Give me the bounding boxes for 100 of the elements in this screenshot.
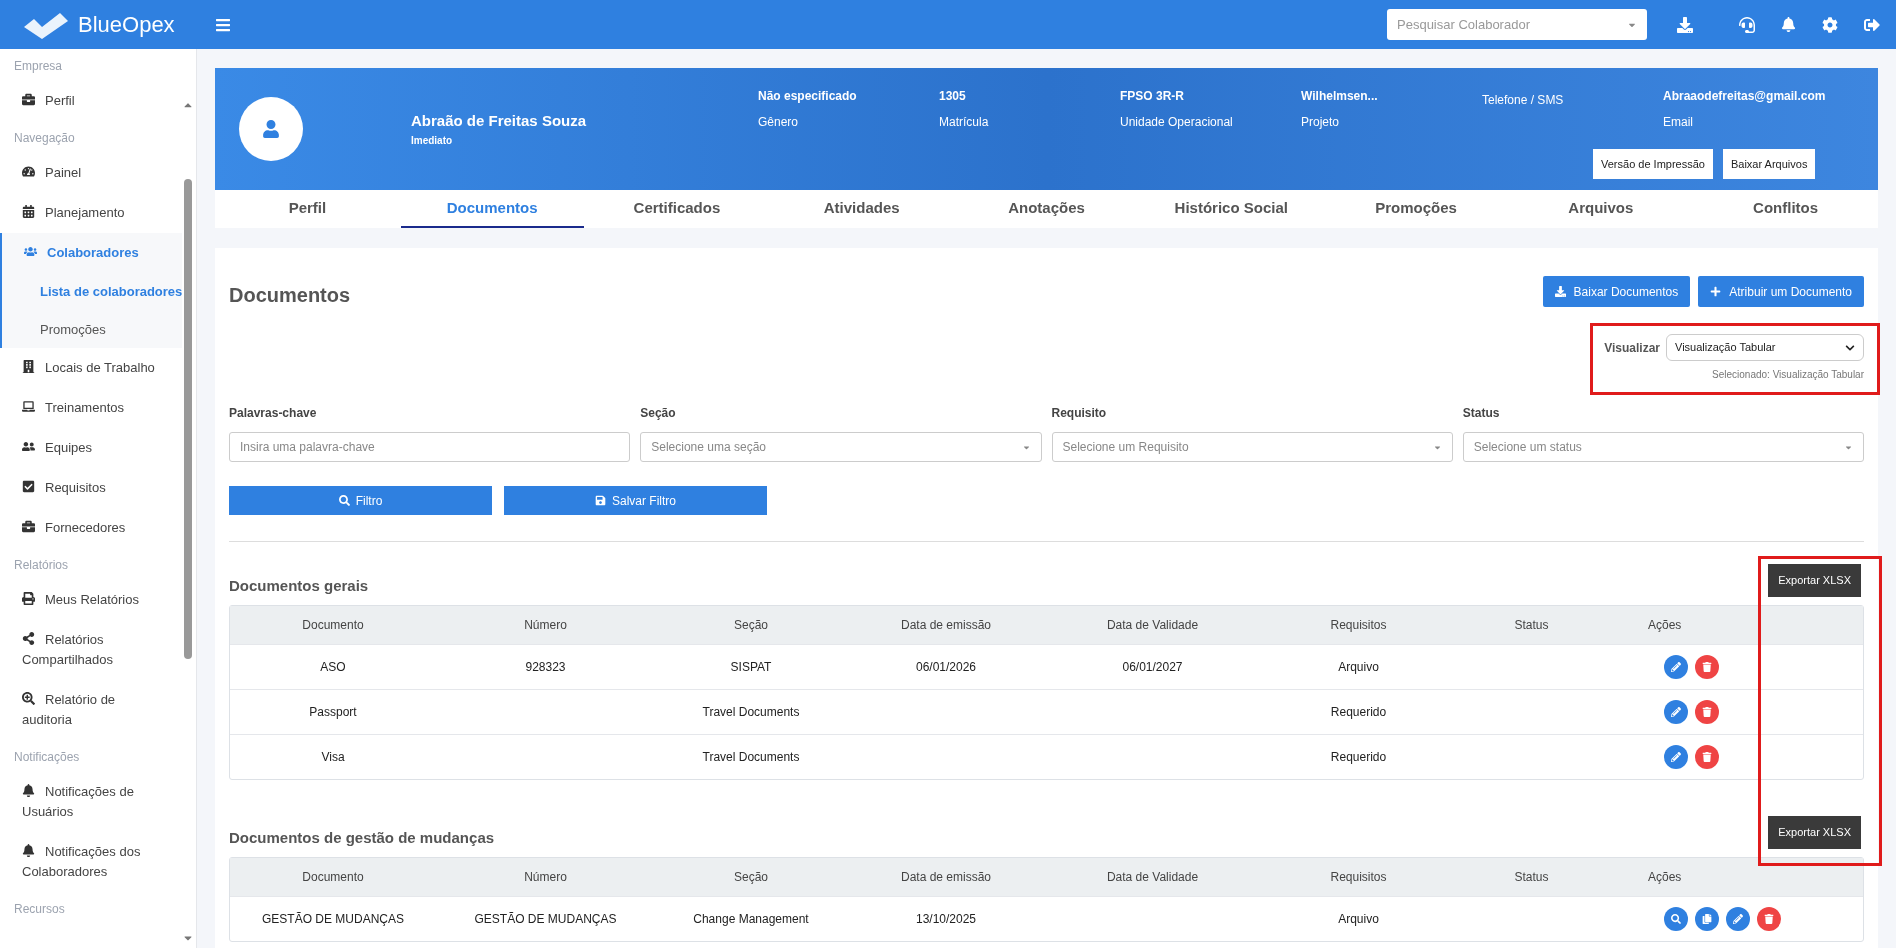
profile-label: Unidade Operacional	[1120, 114, 1234, 131]
column-header: Número	[524, 870, 567, 884]
checkbox-icon	[22, 480, 35, 493]
column-header: Ações	[1648, 870, 1682, 884]
profile-value: Abraaodefreitas@gmail.com	[1663, 88, 1827, 105]
sidebar-item[interactable]: Notificações dos Colaboradores	[0, 832, 182, 892]
tab[interactable]: Documentos	[400, 190, 584, 228]
column-header: Seção	[734, 618, 768, 632]
view-note: Selecionado: Visualização Tabular	[1712, 368, 1864, 382]
table-cell: 06/01/2027	[1122, 660, 1183, 674]
action-button[interactable]: Baixar Documentos	[1542, 276, 1691, 307]
trash-icon	[1702, 662, 1712, 672]
copy-button[interactable]	[1695, 907, 1719, 931]
table-cell: Visa	[321, 750, 345, 764]
page-title: Documentos	[229, 283, 352, 308]
select-field[interactable]: Selecione uma seção	[640, 432, 1042, 462]
sidebar-item[interactable]: Colaboradores	[0, 233, 182, 273]
export-button[interactable]: Exportar XLSX	[1768, 816, 1861, 849]
brand-name: BlueOpex	[78, 11, 175, 39]
delete-button[interactable]	[1695, 700, 1719, 724]
view-select[interactable]: Visualização Tabular	[1666, 334, 1864, 361]
sidebar-section-label: Navegação	[13, 130, 76, 147]
sidebar-item[interactable]: Relatório de auditoria	[0, 680, 182, 740]
notifications-icon[interactable]	[1781, 17, 1796, 32]
logout-icon[interactable]	[1864, 16, 1880, 33]
tab[interactable]: Atividades	[777, 190, 946, 228]
column-header: Número	[524, 618, 567, 632]
group-icon	[22, 440, 35, 453]
profile-label: Telefone / SMS	[1482, 92, 1565, 109]
plus-icon	[1710, 286, 1722, 297]
filter-label: Seção	[640, 405, 677, 422]
logo-icon	[22, 10, 70, 39]
sidebar-item[interactable]: Treinamentos	[0, 388, 182, 428]
table-cell: SISPAT	[730, 660, 772, 674]
scrollbar[interactable]	[184, 179, 192, 659]
sidebar-item[interactable]: Perfil	[0, 81, 182, 121]
table-cell: GESTÃO DE MUDANÇAS	[262, 912, 404, 926]
user-icon	[262, 120, 280, 138]
view-button[interactable]	[1664, 907, 1688, 931]
column-header: Documento	[302, 618, 364, 632]
select-field[interactable]: Selecione um status	[1462, 432, 1864, 462]
delete-button[interactable]	[1757, 907, 1781, 931]
search-icon	[338, 495, 350, 506]
table-cell: Requerido	[1330, 750, 1387, 764]
table-cell: 06/01/2026	[915, 660, 977, 674]
tab[interactable]: Conflitos	[1707, 190, 1865, 228]
settings-icon[interactable]	[1822, 16, 1838, 33]
sidebar-subitem[interactable]: Lista de colaboradores	[0, 273, 182, 311]
column-header: Status	[1514, 618, 1549, 632]
copy-icon	[1702, 914, 1712, 924]
tab[interactable]: Anotações	[962, 190, 1131, 228]
edit-button[interactable]	[1664, 745, 1688, 769]
column-header: Data de Validade	[1106, 870, 1199, 884]
sidebar-item[interactable]: Requisitos	[0, 468, 182, 508]
magnifier-icon	[22, 692, 35, 705]
table-cell: Passport	[309, 705, 357, 719]
sidebar-item[interactable]: Locais de Trabalho	[0, 348, 182, 388]
filter-button[interactable]: Filtro	[229, 486, 492, 515]
headset-icon[interactable]	[1739, 16, 1755, 33]
chevron-icon	[1845, 342, 1855, 353]
filter-label: Palavras-chave	[229, 405, 318, 422]
column-header: Requisitos	[1330, 870, 1387, 884]
input-field[interactable]: Insira uma palavra-chave	[229, 432, 631, 462]
edit-button[interactable]	[1664, 655, 1688, 679]
sidebar-item[interactable]: Planejamento	[0, 193, 182, 233]
sidebar-item[interactable]: Fornecedores	[0, 508, 182, 548]
download-icon[interactable]	[1677, 16, 1693, 33]
table-cell: Arquivo	[1338, 660, 1379, 674]
bell-icon	[22, 784, 35, 797]
profile-button[interactable]: Versão de Impressão	[1593, 149, 1713, 179]
sidebar-item[interactable]: Relatórios Compartilhados	[0, 620, 182, 680]
profile-button[interactable]: Baixar Arquivos	[1722, 149, 1816, 179]
sidebar-item[interactable]: Painel	[0, 153, 182, 193]
tab[interactable]: Arquivos	[1522, 190, 1680, 228]
pencil-icon	[1671, 662, 1681, 672]
edit-button[interactable]	[1664, 700, 1688, 724]
table-cell: Travel Documents	[702, 705, 800, 719]
select-field[interactable]: Selecione um Requisito	[1051, 432, 1453, 462]
laptop-icon	[22, 400, 35, 413]
export-button[interactable]: Exportar XLSX	[1768, 564, 1861, 597]
tab[interactable]: Certificados	[587, 190, 767, 228]
column-header: Ações	[1648, 618, 1682, 632]
edit-button[interactable]	[1726, 907, 1750, 931]
sidebar-item[interactable]: Meus Relatórios	[0, 580, 182, 620]
profile-label: Gênero	[758, 114, 800, 131]
sidebar-subitem[interactable]: Promoções	[0, 310, 182, 348]
column-header: Requisitos	[1330, 618, 1387, 632]
tab[interactable]: Perfil	[242, 190, 373, 228]
section-title: Documentos de gestão de mudanças	[229, 827, 496, 848]
filter-button[interactable]: Salvar Filtro	[504, 486, 767, 515]
filter-label: Requisito	[1051, 405, 1108, 422]
action-button[interactable]: Atribuir um Documento	[1698, 276, 1864, 307]
menu-icon[interactable]	[214, 16, 231, 33]
bell-icon	[22, 844, 35, 857]
delete-button[interactable]	[1695, 655, 1719, 679]
sidebar-item[interactable]: Equipes	[0, 428, 182, 468]
pencil-icon	[1671, 752, 1681, 762]
profile-role: Imediato	[411, 133, 454, 148]
delete-button[interactable]	[1695, 745, 1719, 769]
sidebar-item[interactable]: Notificações de Usuários	[0, 772, 182, 832]
